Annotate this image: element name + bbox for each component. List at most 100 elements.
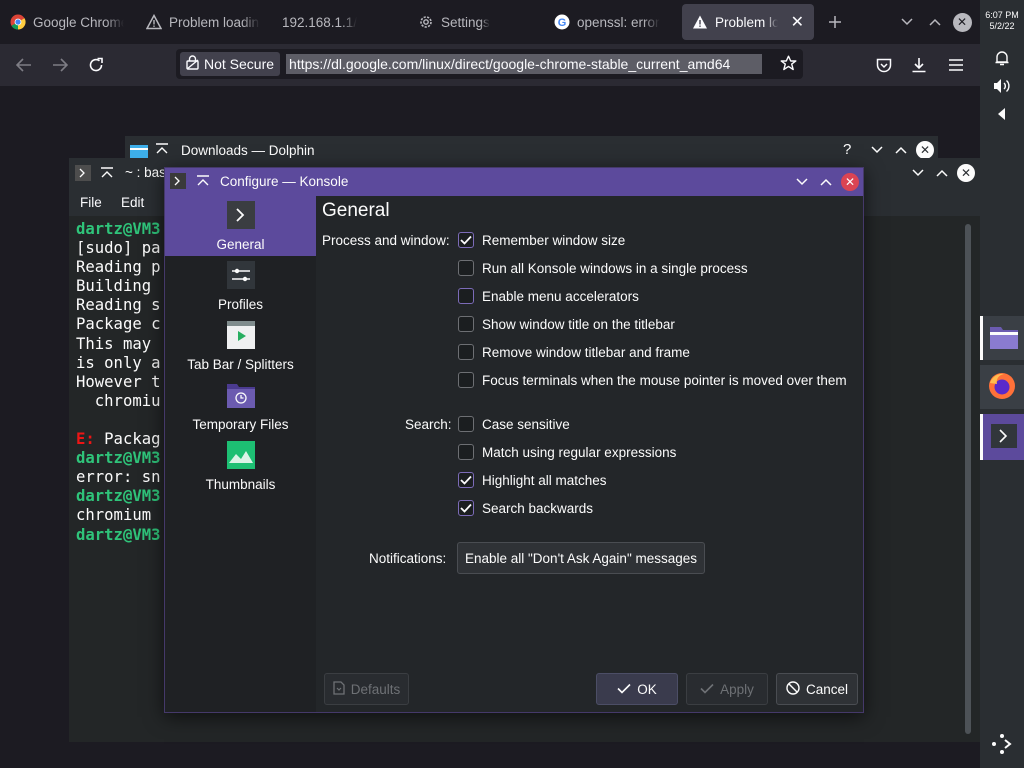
close-icon[interactable]: ✕: [841, 173, 859, 191]
google-icon: G: [554, 14, 570, 30]
checkbox-option[interactable]: Highlight all matches: [458, 472, 607, 488]
terminal-line: dartz@VM3: [76, 220, 161, 238]
cancel-button[interactable]: Cancel: [776, 673, 858, 705]
tab-problem-loading[interactable]: Problem loading: [136, 4, 270, 40]
konsole-icon: [75, 165, 91, 184]
sidebar-item-label: Temporary Files: [192, 417, 289, 432]
checkbox-option[interactable]: Remember window size: [458, 232, 625, 248]
document-revert-icon: [333, 680, 345, 698]
sidebar-item-label: Tab Bar / Splitters: [187, 357, 294, 372]
sidebar-item-general[interactable]: General: [165, 196, 316, 256]
terminal-line: chromiu: [76, 391, 161, 410]
sidebar-item-thumbnails[interactable]: Thumbnails: [165, 436, 316, 496]
checkbox-unchecked[interactable]: [458, 444, 474, 460]
terminal-output[interactable]: dartz@VM3 [sudo] pa Reading p Building Readi…: [76, 220, 161, 545]
enable-messages-label: Enable all "Don't Ask Again" messages: [464, 550, 698, 566]
tab-label: Settings: [441, 14, 490, 30]
checkbox-option[interactable]: Match using regular expressions: [458, 444, 676, 460]
help-icon[interactable]: ?: [843, 141, 851, 158]
bookmark-star-icon[interactable]: [780, 55, 797, 75]
minimize-icon[interactable]: [792, 172, 812, 192]
kde-app-launcher-icon[interactable]: [980, 722, 1024, 766]
taskbar-dolphin[interactable]: [980, 316, 1024, 360]
sidebar-item-label: Thumbnails: [205, 477, 276, 492]
sidebar-item-label: Profiles: [217, 297, 263, 312]
checkbox-unchecked[interactable]: [458, 372, 474, 388]
checkbox-option[interactable]: Run all Konsole windows in a single proc…: [458, 260, 748, 276]
terminal-line: Reading s: [76, 296, 161, 315]
checkbox-option[interactable]: Enable menu accelerators: [458, 288, 639, 304]
tab-settings[interactable]: Settings: [408, 4, 542, 40]
tab-google-chrome[interactable]: Google Chrome: [0, 4, 134, 40]
keep-above-icon[interactable]: [155, 142, 169, 159]
close-icon[interactable]: ✕: [957, 164, 975, 182]
forward-icon[interactable]: [44, 49, 76, 81]
url-text[interactable]: https://dl.google.com/linux/direct/googl…: [286, 54, 763, 74]
panel-clock[interactable]: 6:07 PM 5/2/22: [980, 10, 1024, 32]
tab-problem-loading-active[interactable]: Problem loading ✕: [682, 4, 814, 40]
enable-messages-button[interactable]: Enable all "Don't Ask Again" messages: [457, 542, 705, 574]
taskbar-firefox[interactable]: [980, 365, 1024, 409]
minimize-icon[interactable]: [908, 163, 928, 183]
checkbox-label: Show window title on the titlebar: [482, 316, 675, 332]
checkbox-option[interactable]: Search backwards: [458, 500, 593, 516]
reload-icon[interactable]: [80, 49, 112, 81]
ok-button[interactable]: OK: [596, 673, 678, 705]
panel-expand-arrow-icon[interactable]: [980, 92, 1024, 136]
sidebar-item-tabbar[interactable]: Tab Bar / Splitters: [165, 316, 316, 376]
maximize-icon[interactable]: [932, 163, 952, 183]
maximize-icon[interactable]: [891, 140, 911, 160]
cancel-label: Cancel: [805, 681, 849, 697]
defaults-button[interactable]: Defaults: [324, 673, 409, 705]
checkbox-unchecked[interactable]: [458, 288, 474, 304]
checkbox-checked[interactable]: [458, 500, 474, 516]
settings-content: General Process and window: Remember win…: [317, 196, 863, 712]
minimize-icon[interactable]: [867, 140, 887, 160]
terminal-line: Reading p: [76, 258, 161, 277]
configure-dialog: Configure — Konsole ✕ General Profiles T…: [164, 167, 864, 713]
checkbox-unchecked[interactable]: [458, 260, 474, 276]
checkbox-unchecked[interactable]: [458, 316, 474, 332]
pocket-icon[interactable]: [868, 49, 900, 81]
checkbox-option[interactable]: Case sensitive: [458, 416, 570, 432]
checkbox-option[interactable]: Show window title on the titlebar: [458, 316, 675, 332]
checkbox-checked[interactable]: [458, 232, 474, 248]
apply-button[interactable]: Apply: [686, 673, 768, 705]
url-bar[interactable]: Not Secure https://dl.google.com/linux/d…: [176, 49, 803, 79]
checkbox-option[interactable]: Focus terminals when the mouse pointer i…: [458, 372, 847, 388]
tab-openssl-error[interactable]: G openssl: error: [544, 4, 678, 40]
checkbox-label: Search backwards: [482, 500, 594, 516]
new-tab-icon[interactable]: [819, 6, 851, 38]
close-icon[interactable]: ✕: [916, 141, 934, 159]
checkbox-unchecked[interactable]: [458, 416, 474, 432]
keep-above-icon[interactable]: [196, 174, 210, 191]
tab-router[interactable]: 192.168.1.1/: [272, 4, 406, 40]
checkbox-label: Remove window titlebar and frame: [482, 344, 690, 360]
checkbox-unchecked[interactable]: [458, 344, 474, 360]
temp-folder-icon: [226, 381, 256, 412]
gear-icon: [418, 14, 434, 30]
terminal-line: [sudo] pa: [76, 239, 161, 258]
firefox-icon: [987, 371, 1017, 404]
terminal-scrollbar[interactable]: [965, 224, 971, 734]
keep-above-icon[interactable]: [100, 166, 114, 183]
maximize-icon[interactable]: [816, 172, 836, 192]
window-close-icon[interactable]: ✕: [946, 6, 978, 38]
search-label: Search:: [405, 417, 452, 432]
taskbar-konsole[interactable]: [980, 414, 1024, 460]
checkbox-label: Run all Konsole windows in a single proc…: [482, 260, 748, 276]
sidebar-item-temporary-files[interactable]: Temporary Files: [165, 376, 316, 436]
checkbox-label: Highlight all matches: [482, 472, 607, 488]
menu-icon[interactable]: [940, 49, 972, 81]
tab-close-icon[interactable]: ✕: [791, 12, 804, 32]
checkbox-checked[interactable]: [458, 472, 474, 488]
process-window-label: Process and window:: [322, 233, 450, 248]
sidebar-item-profiles[interactable]: Profiles: [165, 256, 316, 316]
terminal-prompt-icon: [226, 201, 255, 232]
not-secure-badge[interactable]: Not Secure: [180, 52, 281, 76]
menu-edit[interactable]: Edit: [121, 195, 144, 210]
downloads-icon[interactable]: [903, 49, 935, 81]
back-icon[interactable]: [8, 49, 40, 81]
menu-file[interactable]: File: [80, 195, 102, 210]
checkbox-option[interactable]: Remove window titlebar and frame: [458, 344, 690, 360]
